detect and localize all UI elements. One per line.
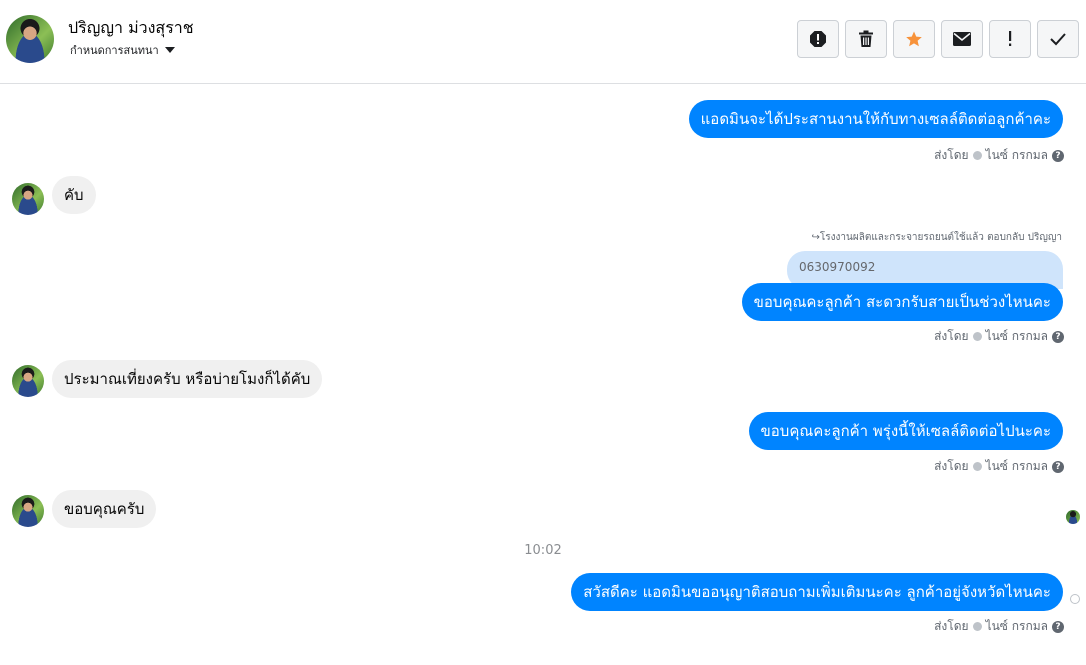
contact-name[interactable]: ปริญญา ม่วงสุราช [68, 16, 194, 41]
sent-by-name[interactable]: ไนซ์ กรกมล [986, 457, 1048, 476]
seen-check-icon [972, 332, 982, 341]
incoming-message[interactable]: คับ [52, 176, 96, 214]
envelope-icon [953, 32, 971, 46]
star-button[interactable] [893, 20, 935, 58]
sent-by-info: ส่งโดย ไนซ์ กรกมล ? [934, 327, 1064, 346]
sent-by-prefix: ส่งโดย [934, 329, 969, 343]
sent-by-name[interactable]: ไนซ์ กรกมล [986, 146, 1048, 165]
sent-by-prefix: ส่งโดย [934, 148, 969, 162]
sent-status-icon [1070, 594, 1080, 604]
sent-by-prefix: ส่งโดย [934, 459, 969, 473]
trash-icon [859, 30, 873, 47]
help-icon[interactable]: ? [1052, 330, 1064, 343]
reply-context: ↪โรงงานผลิตและกระจายรถยนต์ใช้แล้ว ตอบกลั… [811, 232, 1062, 243]
help-icon[interactable]: ? [1052, 460, 1064, 473]
sent-by-name[interactable]: ไนซ์ กรกมล [986, 327, 1048, 346]
incoming-message[interactable]: ประมาณเที่ยงครับ หรือบ่ายโมงก็ได้คับ [52, 360, 323, 398]
read-receipt-avatar [1066, 510, 1080, 524]
sent-by-prefix: ส่งโดย [934, 619, 969, 633]
exclamation-icon [1009, 31, 1012, 46]
star-icon [906, 31, 922, 47]
sender-avatar[interactable] [12, 365, 44, 397]
conversation-header: ปริญญา ม่วงสุราช กำหนดการสนทนา [0, 0, 1086, 84]
time-separator: 10:02 [524, 543, 562, 558]
help-icon[interactable]: ? [1052, 149, 1064, 162]
assign-conversation-label: กำหนดการสนทนา [70, 44, 159, 57]
mark-spam-button[interactable] [797, 20, 839, 58]
help-icon[interactable]: ? [1052, 620, 1064, 633]
sent-by-name[interactable]: ไนซ์ กรกมล [986, 617, 1048, 636]
seen-check-icon [972, 462, 982, 471]
mark-unread-button[interactable] [941, 20, 983, 58]
checkmark-icon [1050, 33, 1066, 46]
outgoing-message[interactable]: สวัสดีคะ แอดมินขออนุญาติสอบถามเพิ่มเติมน… [571, 573, 1063, 611]
sent-by-info: ส่งโดย ไนซ์ กรกมล ? [934, 617, 1064, 636]
incoming-message[interactable]: ขอบคุณครับ [52, 490, 157, 528]
follow-up-button[interactable] [989, 20, 1031, 58]
caret-down-icon [164, 47, 175, 53]
outgoing-message[interactable]: ขอบคุณคะลูกค้า สะดวกรับสายเป็นช่วงไหนคะ [741, 283, 1063, 321]
sent-by-info: ส่งโดย ไนซ์ กรกมล ? [934, 146, 1064, 165]
sender-avatar[interactable] [12, 183, 44, 215]
outgoing-message[interactable]: ขอบคุณคะลูกค้า พรุ่งนี้ให้เซลล์ติดต่อไปน… [748, 412, 1063, 450]
mark-done-button[interactable] [1037, 20, 1079, 58]
seen-check-icon [972, 151, 982, 160]
assign-conversation-dropdown[interactable]: กำหนดการสนทนา [70, 41, 175, 59]
delete-button[interactable] [845, 20, 887, 58]
sent-by-info: ส่งโดย ไนซ์ กรกมล ? [934, 457, 1064, 476]
sender-avatar[interactable] [12, 495, 44, 527]
conversation-toolbar [797, 20, 1079, 58]
outgoing-message[interactable]: แอดมินจะได้ประสานงานให้กับทางเซลล์ติดต่อ… [688, 100, 1063, 138]
alert-octagon-icon [810, 31, 826, 47]
seen-check-icon [972, 622, 982, 631]
contact-avatar[interactable] [6, 15, 54, 63]
